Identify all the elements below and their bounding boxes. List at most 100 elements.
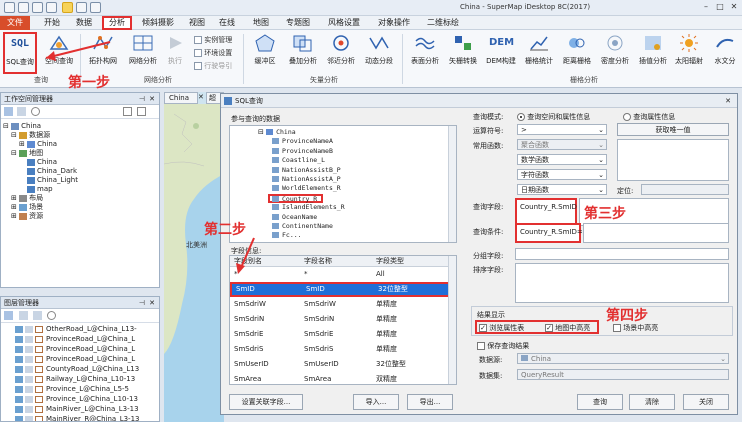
operator-select[interactable]: > ⌄	[517, 124, 607, 135]
tree-item[interactable]: ⊟ China	[3, 122, 157, 131]
mode-spatial-option[interactable]: 查询空间和属性信息	[517, 112, 590, 122]
workspace-icon[interactable]	[4, 107, 13, 116]
visible-icon[interactable]	[15, 345, 23, 353]
layer-item[interactable]: Province_L@China_L5-5	[3, 385, 157, 395]
env-setting-option[interactable]: 环境设置	[194, 48, 232, 58]
sort-field-input[interactable]	[515, 263, 729, 303]
save-result-option[interactable]: 保存查询结果	[477, 341, 529, 351]
field-row[interactable]: * * All	[230, 267, 456, 282]
tree-item[interactable]: map	[3, 185, 157, 194]
layer-item[interactable]: Railway_L@China_L10-13	[3, 375, 157, 385]
field-row[interactable]: SmSdriS SmSdriS 单精度	[230, 342, 456, 357]
field-row[interactable]: SmUserID SmUserID 32位整型	[230, 357, 456, 372]
solar-radiation-button[interactable]: 太阳辐射	[670, 33, 708, 73]
field-row[interactable]: SmID SmID 32位整型	[230, 282, 456, 297]
field-row[interactable]: SmSdriN SmSdriN 单精度	[230, 312, 456, 327]
visible-icon[interactable]	[15, 385, 23, 393]
editable-icon[interactable]	[25, 355, 33, 363]
map-view[interactable]: China ✕ 超 北美洲	[164, 92, 224, 422]
collapse-down-icon[interactable]	[137, 107, 146, 116]
visible-icon[interactable]	[15, 375, 23, 383]
dataset-country-r[interactable]: Country_R	[268, 193, 324, 204]
dataset-item[interactable]: Fc...	[258, 231, 456, 240]
dataset-item[interactable]: NationAssistA_P	[258, 175, 456, 184]
close-icon[interactable]: ✕	[149, 93, 155, 105]
buffer-button[interactable]: 缓冲区	[246, 33, 284, 73]
dataset-item[interactable]: ContinentName	[258, 222, 456, 231]
dynamic-segment-button[interactable]: 动态分段	[360, 33, 398, 73]
editable-icon[interactable]	[25, 335, 33, 343]
field-row[interactable]: SmArea SmArea 双精度	[230, 372, 456, 384]
group-field-input[interactable]	[515, 248, 729, 260]
layer-item[interactable]: ProvinceRoad_L@China_L	[3, 345, 157, 355]
set-join-button[interactable]: 设置关联字段...	[229, 394, 303, 410]
datasource-select[interactable]: China ⌄	[517, 353, 729, 364]
sql-query-button[interactable]: SQL SQL查询	[3, 32, 37, 74]
open-folder-icon[interactable]	[62, 2, 73, 13]
vertical-scrollbar[interactable]	[448, 256, 456, 384]
instance-manage-option[interactable]: 实例管理	[194, 35, 232, 45]
new-icon[interactable]	[18, 2, 29, 13]
dataset-input[interactable]: QueryResult	[517, 369, 729, 380]
vector-raster-button[interactable]: 矢栅转换	[444, 33, 482, 73]
export-button[interactable]: 导出...	[407, 394, 453, 410]
open-icon[interactable]	[17, 107, 26, 116]
redo-icon[interactable]	[46, 2, 57, 13]
save-icon[interactable]	[76, 2, 87, 13]
tree-item[interactable]: ⊞ 场景	[3, 203, 157, 212]
data-tree-root[interactable]: ⊟ China	[258, 128, 456, 137]
tree-item[interactable]: ⊞ China	[3, 140, 157, 149]
menu-object[interactable]: 对象操作	[372, 16, 416, 30]
dataset-item[interactable]: ProvinceNameB	[258, 147, 456, 156]
query-condition-input[interactable]: Country_R.SmID=1	[515, 223, 587, 243]
menu-plot[interactable]: 二维标绘	[422, 16, 464, 30]
visible-icon[interactable]	[15, 415, 23, 421]
distance-raster-button[interactable]: 距离栅格	[558, 33, 596, 73]
unique-values-list[interactable]	[617, 139, 729, 181]
overlay-button[interactable]: 叠加分析	[284, 33, 322, 73]
editable-icon[interactable]	[25, 385, 33, 393]
tab-close-icon[interactable]: ✕	[198, 92, 206, 104]
query-field-input[interactable]: Country_R.SmID	[515, 198, 577, 226]
menu-start[interactable]: 开始	[38, 16, 66, 30]
mode-attribute-option[interactable]: 查询属性信息	[623, 112, 675, 122]
tree-item[interactable]: ⊞ 布局	[3, 194, 157, 203]
tree-item[interactable]: China_Dark	[3, 167, 157, 176]
editable-icon[interactable]	[25, 345, 33, 353]
dataset-item[interactable]: NationAssistB_P	[258, 166, 456, 175]
editable-icon[interactable]	[25, 325, 33, 333]
visible-icon[interactable]	[15, 365, 23, 373]
menu-style[interactable]: 风格设置	[322, 16, 366, 30]
layer-item[interactable]: CountyRoad_L@China_L13	[3, 365, 157, 375]
minimize-icon[interactable]: –	[700, 2, 712, 13]
more-icon[interactable]	[90, 2, 101, 13]
tree-item[interactable]: China_Light	[3, 176, 157, 185]
browse-table-option[interactable]: ✓ 浏览属性表	[479, 323, 524, 333]
execute-button[interactable]: 执行	[160, 33, 190, 73]
search-icon[interactable]	[31, 107, 40, 116]
tree-item[interactable]: ⊞ 资源	[3, 212, 157, 221]
layer-style-icon[interactable]	[4, 311, 13, 320]
query-button[interactable]: 查询	[577, 394, 623, 410]
clear-button[interactable]: 清除	[629, 394, 675, 410]
close-icon[interactable]: ✕	[728, 2, 740, 13]
dataset-item[interactable]: ProvinceNameA	[258, 137, 456, 146]
raster-stats-button[interactable]: 栅格统计	[520, 33, 558, 73]
search-icon[interactable]	[47, 311, 56, 320]
density-button[interactable]: 密度分析	[596, 33, 634, 73]
map-highlight-option[interactable]: ✓ 地图中高亮	[545, 323, 590, 333]
tree-item[interactable]: ⊟ 地图	[3, 149, 157, 158]
editable-icon[interactable]	[25, 395, 33, 403]
surface-analysis-button[interactable]: 表面分析	[406, 33, 444, 73]
hydrology-button[interactable]: 水文分	[708, 33, 742, 73]
maximize-icon[interactable]: □	[714, 2, 726, 13]
locate-input[interactable]	[641, 184, 729, 195]
visible-icon[interactable]	[15, 325, 23, 333]
editable-icon[interactable]	[25, 415, 33, 421]
add-layer-icon[interactable]	[19, 311, 28, 320]
dialog-close-icon[interactable]: ✕	[725, 94, 731, 108]
editable-icon[interactable]	[25, 405, 33, 413]
visible-icon[interactable]	[15, 405, 23, 413]
layer-item[interactable]: ProvinceRoad_L@China_L	[3, 335, 157, 345]
menu-analysis[interactable]: 分析	[102, 16, 132, 30]
